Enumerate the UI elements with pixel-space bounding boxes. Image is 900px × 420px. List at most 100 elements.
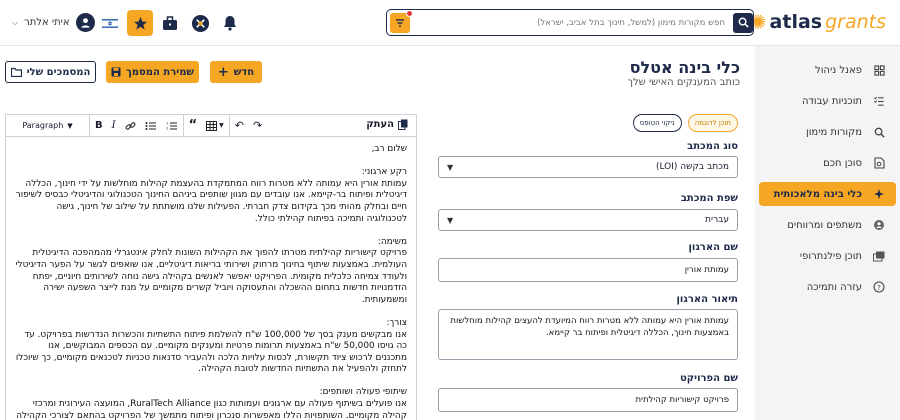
org-description-label: תיאור הארגון: [676, 294, 739, 305]
logo-part-atlas: atlas: [769, 11, 823, 33]
document-search-icon: [872, 156, 886, 170]
search-icon: [872, 125, 886, 139]
notifications-button[interactable]: [218, 11, 242, 35]
letter-type-label: סוג המכתב: [687, 141, 738, 152]
editor-toolbar-area: Paragraph ▼ B I 12 “ ▼ ↶ ↷ העתק: [6, 114, 416, 137]
briefcase-button[interactable]: [158, 11, 182, 35]
avatar: [75, 13, 95, 32]
notification-dot: [406, 9, 413, 17]
sidebar-item-label: מקורות מימון: [805, 126, 862, 138]
favorites-button[interactable]: [127, 10, 153, 36]
app-root: ✺ atlasgrants ⌵: [0, 0, 900, 420]
org-description-field[interactable]: עמותת אורין היא עמותה ללא מטרות רווח המי…: [438, 309, 738, 360]
link-icon[interactable]: [125, 121, 136, 131]
sidebar-item-help[interactable]: ? עזרה ותמיכה: [759, 275, 896, 299]
partners-icon: [872, 218, 886, 232]
clear-form-tag[interactable]: ניקוי הטופס: [632, 114, 682, 132]
chevron-down-icon: ▼: [219, 122, 224, 129]
save-button-label: שמירת המסמך: [126, 66, 195, 78]
user-menu[interactable]: ⌵ איתי אלתר: [12, 13, 95, 32]
sidebar-item-smart-agent[interactable]: סוכן חכם: [759, 151, 896, 175]
italic-icon[interactable]: I: [112, 120, 116, 131]
sidebar-item-label: עזרה ותמיכה: [806, 281, 862, 293]
briefcase-icon: [163, 15, 177, 30]
save-document-button[interactable]: שמירת המסמך: [106, 61, 199, 83]
letter-type-select[interactable]: מכתב בקשה (LOI) ▼: [438, 156, 738, 178]
project-name-label: שם הפרויקט: [679, 373, 738, 384]
svg-text:?: ?: [877, 284, 881, 292]
sidebar-item-philanthropic[interactable]: תוכן פילנתרופי: [759, 244, 896, 268]
search-button[interactable]: [733, 12, 753, 33]
letter-content[interactable]: שלום רב, רקע ארגוני: עמותת אורין היא עמו…: [6, 137, 416, 420]
sidebar-item-label: סוכן חכם: [823, 157, 862, 169]
filter-button[interactable]: [390, 9, 413, 33]
sidebar-item-label: פאנל ניהול: [815, 64, 862, 76]
sample-content-tag[interactable]: תוכן לדוגמה: [687, 114, 738, 132]
sidebar-item-partners[interactable]: משתפים ומרווחים: [759, 213, 896, 237]
sidebar-item-label: משתפים ומרווחים: [787, 219, 862, 231]
my-documents-label: המסמכים שלי: [26, 66, 91, 78]
paragraph-dropdown[interactable]: Paragraph ▼: [6, 114, 90, 137]
sidebar-item-dashboard[interactable]: פאנל ניהול: [759, 58, 896, 82]
bullet-list-icon[interactable]: [145, 121, 157, 131]
insert-group: “ ▼: [184, 114, 230, 137]
new-button-label: חדש: [233, 66, 255, 78]
table-icon: [206, 120, 218, 131]
logo[interactable]: ✺ atlas grants: [750, 10, 886, 34]
table-dropdown[interactable]: ▼: [206, 120, 224, 131]
bell-icon: [224, 16, 236, 31]
letter-editor: Paragraph ▼ B I 12 “ ▼ ↶ ↷ העתק שלום רב,…: [5, 114, 417, 420]
dropdown-arrow-icon: ▼: [447, 215, 454, 225]
sparkle-icon: [872, 187, 886, 201]
israel-flag-icon: [102, 17, 118, 29]
svg-text:1: 1: [166, 121, 168, 125]
settings-button[interactable]: [188, 11, 212, 35]
language-flag-button[interactable]: [98, 11, 122, 35]
search-bar: [386, 9, 754, 36]
copy-icon: [398, 119, 408, 130]
checklist-icon: [872, 94, 886, 108]
undo-icon[interactable]: ↶: [235, 119, 244, 132]
language-value: עברית: [705, 215, 729, 225]
sidebar-item-workplans[interactable]: תוכניות עבודה: [759, 89, 896, 113]
language-label: שפת המכתב: [680, 193, 738, 204]
bold-icon[interactable]: B: [95, 120, 103, 131]
project-name-field[interactable]: פרויקט קישוריות קהילתית: [438, 388, 738, 412]
top-bar: ✺ atlasgrants ⌵: [0, 0, 900, 46]
sidebar-item-label: כלי בינה מלאכותית: [773, 188, 862, 200]
history-group: ↶ ↷: [230, 115, 267, 137]
copy-button[interactable]: העתק: [366, 119, 408, 130]
sidebar: פאנל ניהול תוכניות עבודה מקורות מימון סו…: [755, 46, 900, 420]
gallery-icon: [872, 249, 886, 263]
my-documents-button[interactable]: המסמכים שלי: [5, 61, 96, 83]
numbered-list-icon[interactable]: 12: [166, 121, 178, 131]
chevron-down-icon: ⌵: [12, 17, 19, 27]
svg-text:2: 2: [166, 126, 168, 130]
org-name-field[interactable]: עמותת אורין: [438, 258, 738, 282]
page-subtitle: כותב המענקים האישי שלך: [627, 77, 740, 88]
sidebar-item-ai-tools[interactable]: כלי בינה מלאכותית: [759, 182, 896, 206]
org-name-label: שם הארגון: [688, 242, 738, 253]
sidebar-item-label: תוכן פילנתרופי: [799, 250, 862, 262]
filter-icon: [396, 18, 404, 27]
save-icon: [111, 67, 121, 77]
logo-part-grants: grants: [825, 11, 886, 33]
search-input[interactable]: [414, 10, 733, 35]
folder-icon: [10, 67, 22, 77]
chevron-down-icon: ▼: [67, 121, 73, 130]
help-icon: ?: [872, 280, 886, 294]
language-select[interactable]: עברית ▼: [438, 209, 738, 231]
new-button[interactable]: חדש +: [210, 61, 262, 83]
dashboard-icon: [872, 63, 886, 77]
redo-icon[interactable]: ↷: [253, 119, 262, 132]
user-icon: [80, 18, 90, 28]
star-icon: [133, 16, 147, 30]
dropdown-arrow-icon: ▼: [447, 162, 454, 172]
tools-circle-icon: [191, 14, 209, 32]
sidebar-item-funding[interactable]: מקורות מימון: [759, 120, 896, 144]
copy-label: העתק: [366, 119, 394, 130]
quote-icon[interactable]: “: [189, 119, 198, 132]
user-name: איתי אלתר: [24, 17, 70, 28]
form-tags: תוכן לדוגמה ניקוי הטופס: [632, 114, 738, 132]
editor-toolbar: Paragraph ▼ B I 12 “ ▼ ↶ ↷: [6, 114, 416, 137]
